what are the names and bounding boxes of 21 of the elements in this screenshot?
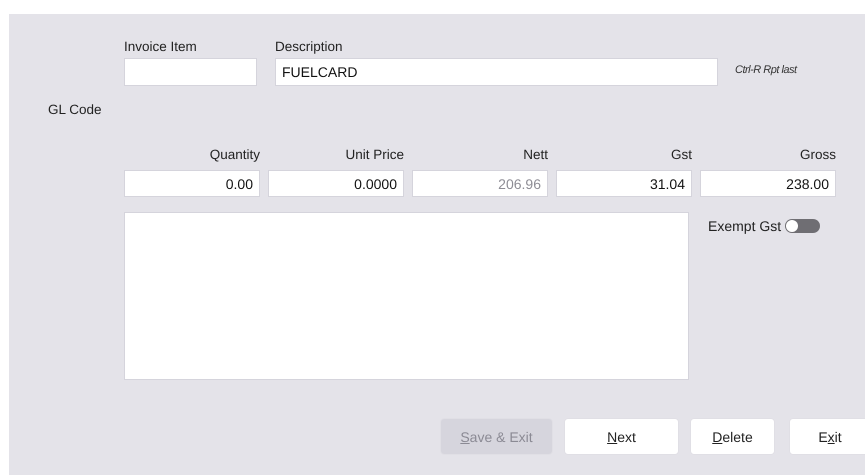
amount-label: Nett	[522, 146, 548, 164]
amount-field[interactable]: 0.0000	[268, 170, 404, 197]
gl-code-label: GL Code	[48, 101, 103, 119]
description-field[interactable]: FUELCARD	[275, 58, 718, 86]
shortcut-hint: Ctrl-R Rpt last	[735, 63, 797, 78]
delete-button[interactable]: Delete	[690, 418, 775, 455]
exempt-gst-toggle[interactable]	[785, 219, 820, 233]
amount-field[interactable]: 0.00	[124, 170, 260, 197]
amount-label: Gst	[670, 146, 692, 164]
amount-label: Gross	[798, 146, 836, 164]
amount-field[interactable]: 238.00	[700, 170, 836, 197]
amount-label: Unit Price	[344, 146, 404, 164]
exit-button[interactable]: Exit	[789, 418, 865, 455]
invoice-item-label: Invoice Item	[124, 38, 198, 56]
amount-label: Quantity	[208, 146, 260, 164]
next-button[interactable]: Next	[564, 418, 679, 455]
exempt-gst-label: Exempt Gst	[708, 218, 782, 234]
amount-field[interactable]: 31.04	[556, 170, 692, 197]
description-label: Description	[275, 38, 344, 56]
invoice-item-field[interactable]	[124, 58, 257, 86]
notes-field[interactable]	[124, 212, 689, 380]
